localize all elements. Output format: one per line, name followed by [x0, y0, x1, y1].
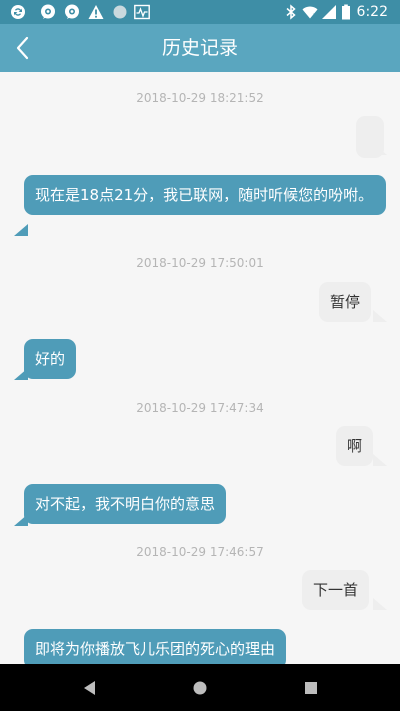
incoming-message-bubble[interactable]: 好的 — [24, 339, 77, 379]
incoming-message-bubble[interactable]: 现在是18点21分，我已联网，随时听候您的吩咐。 — [24, 175, 386, 215]
message-timestamp: 2018-10-29 17:50:01 — [136, 256, 264, 270]
bluetooth-icon — [286, 4, 296, 20]
page-title: 历史记录 — [161, 37, 238, 59]
back-triangle-icon[interactable] — [78, 676, 102, 700]
message-timestamp: 2018-10-29 17:47:34 — [136, 401, 264, 415]
bubble-tail — [373, 310, 387, 322]
incoming-message-bubble[interactable]: 即将为你播放飞儿乐团的死心的理由 — [24, 629, 287, 664]
message-timestamp: 2018-10-29 17:46:57 — [136, 545, 264, 559]
bubble-tail — [14, 368, 28, 380]
battery-icon — [342, 4, 350, 20]
outgoing-message-text: 暂停 — [330, 293, 361, 311]
incoming-message-text: 对不起，我不明白你的意思 — [35, 495, 216, 513]
chat-history[interactable]: 2018-10-29 18:21:52 现在是18点21分，我已联网，随时听候您… — [0, 72, 400, 664]
bubble-tail — [14, 514, 28, 526]
incoming-message-bubble[interactable]: 对不起，我不明白你的意思 — [24, 484, 227, 524]
home-circle-icon[interactable] — [188, 676, 212, 700]
outgoing-message-text: 啊 — [347, 437, 363, 455]
outgoing-message-bubble[interactable]: 下一首 — [302, 570, 370, 610]
incoming-message-text: 现在是18点21分，我已联网，随时听候您的吩咐。 — [35, 186, 374, 204]
recents-square-icon[interactable] — [299, 676, 323, 700]
incoming-message-text: 即将为你播放飞儿乐团的死心的理由 — [35, 640, 276, 658]
message-timestamp: 2018-10-29 18:21:52 — [136, 91, 264, 105]
status-time: 6:22 — [356, 4, 388, 20]
circle-icon — [113, 5, 127, 19]
status-bar: 6:22 — [0, 0, 400, 24]
signal-icon — [322, 5, 336, 19]
bubble-tail — [14, 224, 28, 236]
activity-icon — [134, 4, 150, 20]
chat-icon — [41, 4, 55, 19]
wifi-icon — [302, 6, 318, 19]
bubble-tail — [373, 598, 387, 610]
bubble-tail — [373, 454, 387, 466]
chat-icon — [65, 4, 79, 19]
sync-icon — [11, 5, 25, 19]
bubble-tail — [373, 143, 387, 155]
outgoing-message-text: 下一首 — [313, 581, 359, 599]
outgoing-message-bubble[interactable]: 暂停 — [319, 282, 372, 322]
outgoing-message-bubble[interactable]: 啊 — [336, 426, 374, 466]
navigation-bar — [0, 664, 400, 711]
app-bar: 历史记录 — [0, 24, 400, 72]
warning-icon — [88, 5, 104, 19]
incoming-message-text: 好的 — [35, 350, 66, 368]
